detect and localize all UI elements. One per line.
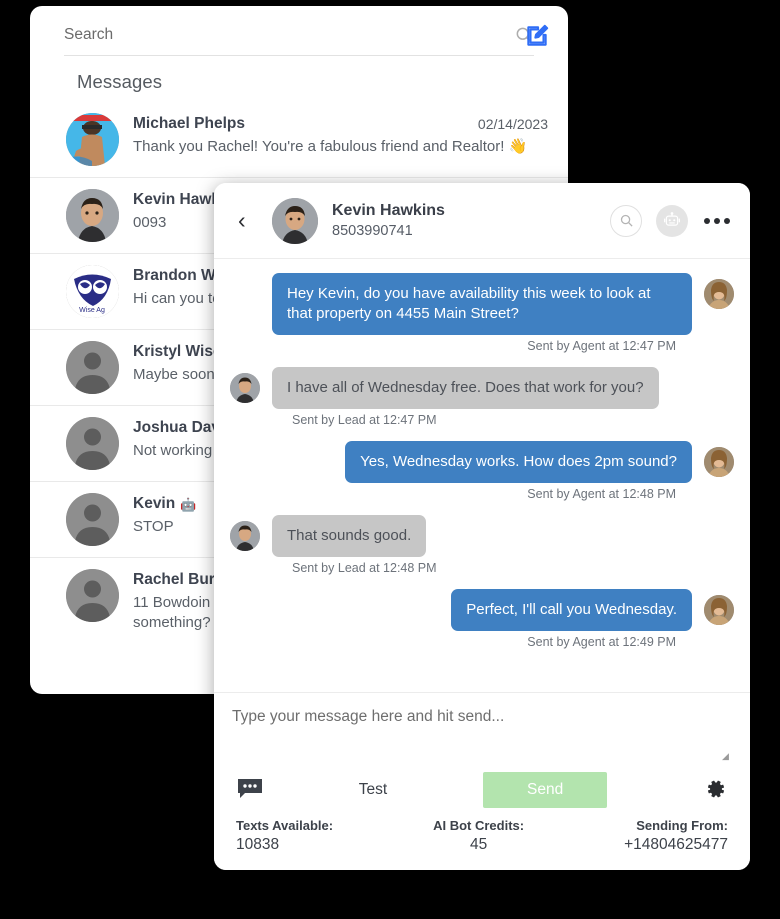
avatar: [704, 446, 734, 477]
chat-bubble-icon: [238, 778, 262, 798]
message-bubble: I have all of Wednesday free. Does that …: [272, 366, 659, 409]
gear-icon: [707, 780, 724, 797]
message-composer: ◢ Test Send: [214, 692, 750, 870]
sending-from-value: +14804625477: [624, 836, 728, 853]
default-person-avatar: [66, 341, 119, 394]
message-timestamp: Sent by Agent at 12:48 PM: [527, 486, 676, 501]
chat-search-button[interactable]: [610, 204, 642, 237]
message-thread[interactable]: Hey Kevin, do you have availability this…: [214, 259, 750, 692]
list-item-name: Kristyl Wise: [133, 343, 222, 360]
send-button[interactable]: Send: [483, 772, 608, 808]
message-row: Hey Kevin, do you have availability this…: [230, 273, 734, 335]
avatar: [66, 189, 119, 242]
chat-contact-name: Kevin Hawkins: [332, 202, 445, 219]
compose-message-button[interactable]: [520, 19, 554, 53]
message-timestamp: Sent by Agent at 12:49 PM: [527, 634, 676, 649]
app-root: Messages Michael: [0, 0, 780, 919]
ai-credits-stat: AI Bot Credits: 45: [433, 818, 524, 854]
message-row: Yes, Wednesday works. How does 2pm sound…: [230, 440, 734, 483]
avatar: [230, 372, 260, 403]
robot-icon: [664, 211, 680, 226]
ai-bot-toggle-button[interactable]: [656, 204, 688, 237]
account-stats: Texts Available: 10838 AI Bot Credits: 4…: [232, 812, 732, 870]
search-bar[interactable]: [64, 20, 534, 56]
avatar: [230, 520, 260, 551]
search-input[interactable]: [64, 25, 514, 50]
avatar: [66, 341, 119, 394]
texts-available-label: Texts Available:: [236, 818, 334, 833]
avatar: [66, 113, 119, 166]
default-person-avatar: [66, 569, 119, 622]
list-item-name: Michael Phelps: [133, 115, 245, 132]
messages-section-title: Messages: [77, 71, 163, 92]
templates-button[interactable]: [237, 777, 263, 804]
lead-photo-avatar: [230, 520, 260, 551]
default-person-avatar: [66, 493, 119, 546]
message-bubble: Perfect, I'll call you Wednesday.: [451, 588, 692, 631]
default-person-avatar: [66, 417, 119, 470]
list-item[interactable]: Michael Phelps Thank you Rachel! You're …: [30, 102, 568, 178]
message-input[interactable]: [232, 707, 732, 759]
chat-contact-meta: Kevin Hawkins 8503990741: [332, 202, 610, 239]
list-item-name-row: Michael Phelps: [133, 115, 470, 133]
more-options-icon[interactable]: [702, 212, 732, 230]
chat-contact-phone: 8503990741: [332, 223, 413, 239]
list-item-snippet: Thank you Rachel! You're a fabulous frie…: [133, 138, 528, 155]
texts-available-value: 10838: [236, 836, 280, 853]
bot-badge-icon: 🤖: [180, 496, 197, 512]
message-row: That sounds good.: [230, 514, 734, 557]
avatar: [272, 197, 318, 244]
owl-logo-avatar: Wise Ag: [66, 265, 119, 318]
message-timestamp: Sent by Lead at 12:47 PM: [292, 412, 437, 427]
message-bubble: Yes, Wednesday works. How does 2pm sound…: [345, 440, 692, 483]
settings-button[interactable]: [703, 777, 727, 804]
lead-photo-avatar: [230, 372, 260, 403]
search-icon: [620, 214, 633, 227]
chat-header-actions: [610, 204, 732, 237]
ai-credits-value: 45: [469, 836, 488, 853]
list-item-name: Kevin: [133, 495, 176, 512]
avatar: [66, 417, 119, 470]
avatar: [704, 279, 734, 309]
resize-handle[interactable]: ◢: [722, 751, 730, 761]
texts-available-stat: Texts Available: 10838: [236, 818, 333, 854]
avatar: Wise Ag: [66, 265, 119, 318]
message-row: I have all of Wednesday free. Does that …: [230, 366, 734, 409]
avatar: [66, 569, 119, 622]
list-item-body: Michael Phelps Thank you Rachel! You're …: [133, 113, 528, 157]
compose-edit-icon: [527, 24, 549, 46]
avatar: [704, 594, 734, 625]
avatar: [66, 493, 119, 546]
svg-text:Wise Ag: Wise Ag: [79, 307, 105, 314]
message-bubble: Hey Kevin, do you have availability this…: [272, 273, 692, 335]
message-timestamp: Sent by Lead at 12:48 PM: [292, 560, 437, 575]
back-chevron-icon[interactable]: ‹: [238, 209, 260, 232]
chat-panel: ‹ Kevin Hawkins 8503990741 Hey Kevin, do…: [214, 183, 750, 870]
man-photo-avatar: [66, 189, 119, 242]
sending-from-stat: Sending From: +14804625477: [624, 818, 728, 854]
agent-photo-avatar: [704, 279, 734, 309]
ai-credits-label: AI Bot Credits:: [433, 818, 525, 833]
contact-photo-avatar: [272, 197, 318, 244]
message-timestamp: Sent by Agent at 12:47 PM: [527, 338, 676, 353]
message-row: Perfect, I'll call you Wednesday.: [230, 588, 734, 631]
agent-photo-avatar: [704, 446, 734, 477]
list-item-date: 02/14/2023: [477, 116, 548, 132]
swimmer-photo-avatar: [66, 113, 119, 166]
sending-from-label: Sending From:: [636, 818, 728, 833]
agent-photo-avatar: [704, 594, 734, 625]
message-bubble: That sounds good.: [272, 514, 427, 557]
composer-controls: Test Send: [232, 764, 732, 812]
test-button[interactable]: Test: [359, 781, 387, 799]
chat-header: ‹ Kevin Hawkins 8503990741: [214, 183, 750, 259]
